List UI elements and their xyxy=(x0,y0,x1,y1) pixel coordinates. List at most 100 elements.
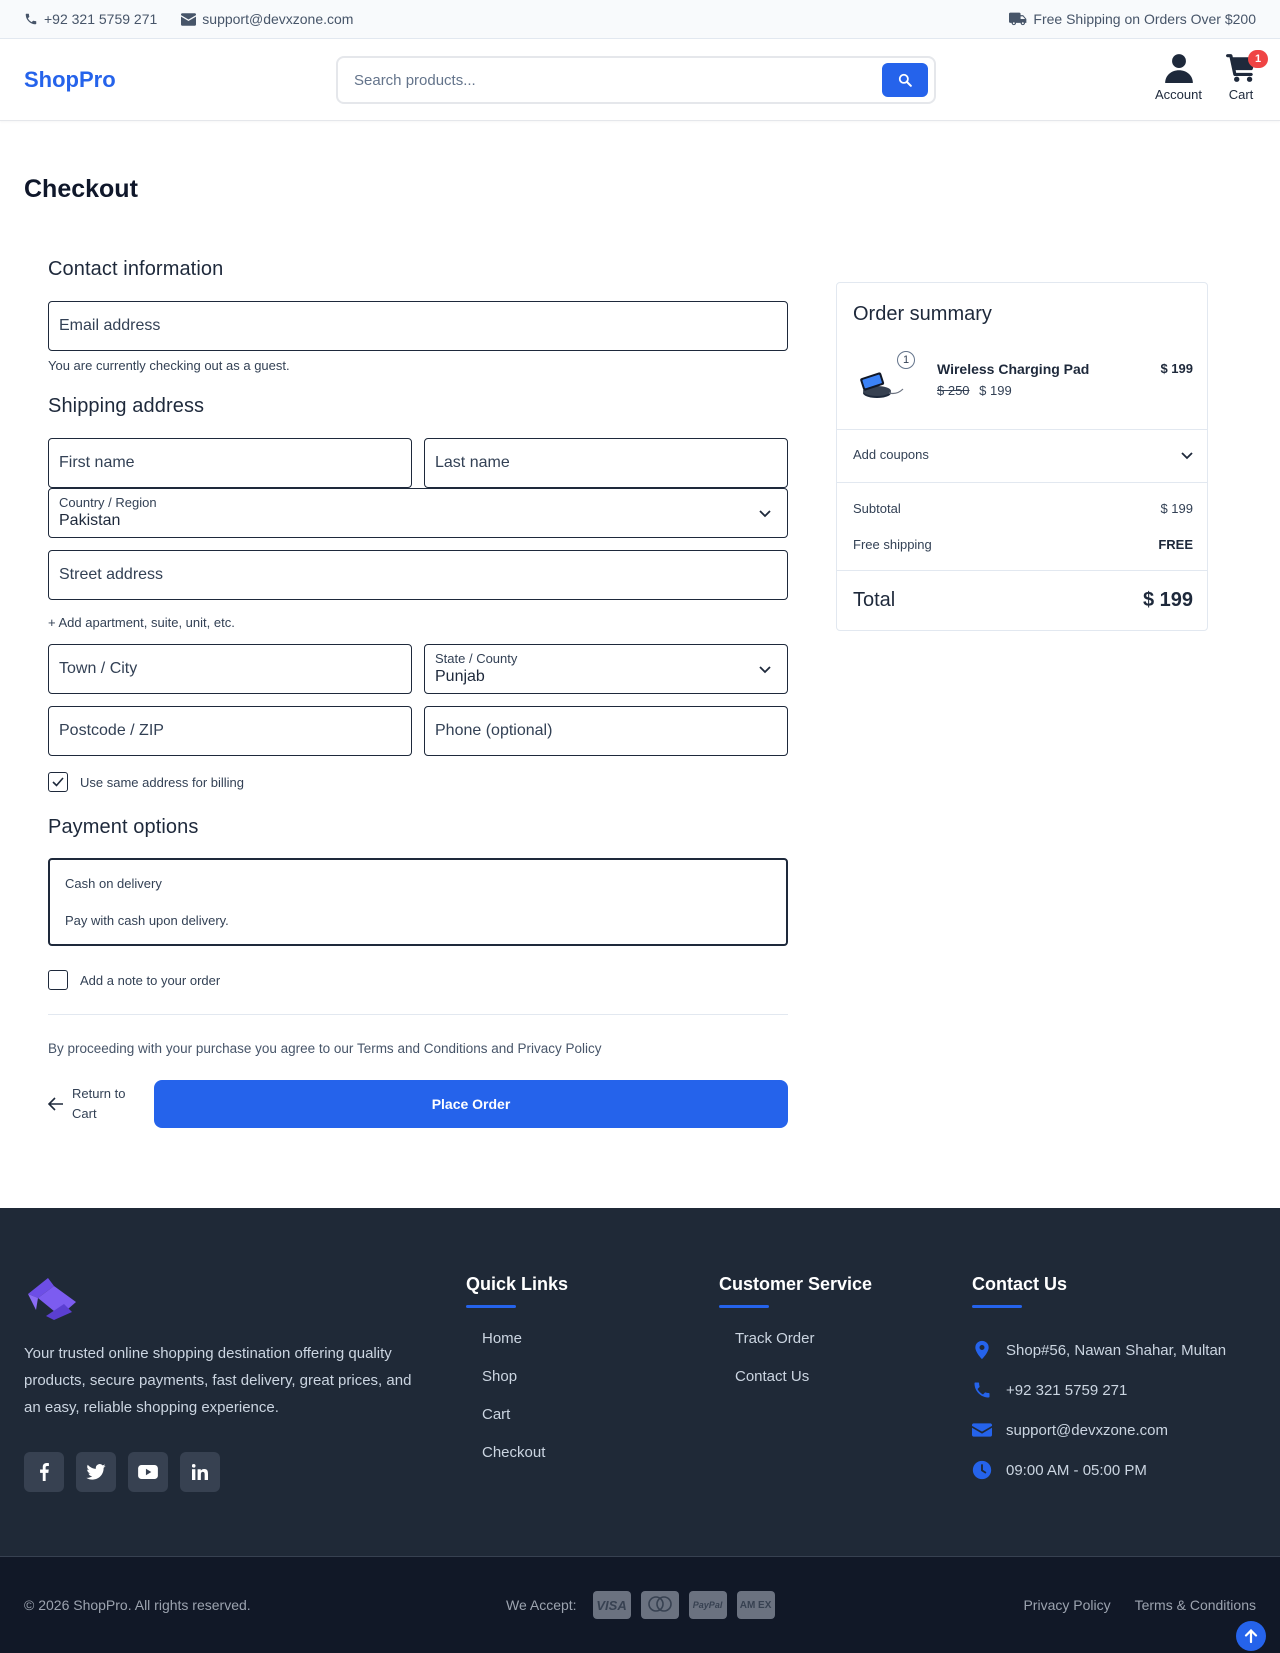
customer-service-column: Customer Service Track Order Contact Us xyxy=(719,1274,872,1406)
payment-option-cod[interactable]: Cash on delivery Pay with cash upon deli… xyxy=(48,858,788,946)
topbar-shipping-note: Free Shipping on Orders Over $200 xyxy=(1009,11,1256,27)
topbar-shipping-text: Free Shipping on Orders Over $200 xyxy=(1033,11,1256,27)
page-title: Checkout xyxy=(24,175,138,203)
footer-link-cart[interactable]: Cart xyxy=(482,1406,568,1444)
account-button[interactable]: Account xyxy=(1155,53,1202,102)
top-bar: +92 321 5759 271 support@devxzone.com Fr… xyxy=(0,0,1280,39)
arrow-up-icon xyxy=(1244,1629,1258,1643)
scroll-to-top-button[interactable] xyxy=(1236,1621,1266,1651)
brand-logo-icon xyxy=(28,1278,76,1320)
linkedin-icon xyxy=(192,1464,208,1480)
city-field[interactable]: Town / City xyxy=(48,644,412,694)
country-value: Pakistan xyxy=(59,512,121,529)
youtube-link[interactable] xyxy=(128,1452,168,1492)
quick-links-column: Quick Links Home Shop Cart Checkout xyxy=(466,1274,568,1482)
topbar-email[interactable]: support@devxzone.com xyxy=(181,11,353,27)
heading-underline xyxy=(972,1305,1022,1308)
payment-methods: We Accept: VISA mastercard PayPal AM EX xyxy=(506,1591,775,1619)
copyright-text: © 2026 ShopPro. All rights reserved. xyxy=(24,1597,251,1613)
topbar-email-text: support@devxzone.com xyxy=(202,11,354,27)
terms-text: By proceeding with your purchase you agr… xyxy=(48,1041,602,1056)
return-line-1: Return to xyxy=(72,1086,126,1101)
footer-link-track-order[interactable]: Track Order xyxy=(735,1330,872,1368)
linkedin-link[interactable] xyxy=(180,1452,220,1492)
phone-field[interactable]: Phone (optional) xyxy=(424,706,788,756)
amex-icon: AM EX xyxy=(736,1591,775,1619)
chevron-down-icon xyxy=(759,666,771,674)
order-summary: Order summary 1 Wireless Charging Pad $ … xyxy=(836,282,1208,631)
shipping-label: Free shipping xyxy=(853,537,932,552)
envelope-icon xyxy=(972,1423,992,1437)
topbar-phone-text: +92 321 5759 271 xyxy=(44,11,158,27)
item-old-price: $ 250 xyxy=(937,383,970,398)
contact-column: Contact Us Shop#56, Nawan Shahar, Multan… xyxy=(972,1274,1226,1490)
youtube-icon xyxy=(138,1465,158,1479)
search-input[interactable] xyxy=(354,71,882,89)
footer-link-checkout[interactable]: Checkout xyxy=(482,1444,568,1482)
total-row: Total $ 199 xyxy=(853,589,1193,612)
arrow-left-icon xyxy=(48,1097,63,1111)
payment-method-description: Pay with cash upon delivery. xyxy=(65,913,229,928)
facebook-link[interactable] xyxy=(24,1452,64,1492)
contact-phone[interactable]: +92 321 5759 271 xyxy=(972,1370,1226,1410)
summary-divider xyxy=(837,570,1207,571)
social-links xyxy=(24,1452,220,1492)
heading-underline xyxy=(466,1305,516,1308)
header-actions: Account Cart 1 xyxy=(1155,50,1268,102)
truck-icon xyxy=(1009,12,1027,26)
topbar-phone[interactable]: +92 321 5759 271 xyxy=(24,11,157,27)
footer-link-contact-us[interactable]: Contact Us xyxy=(735,1368,872,1406)
same-billing-checkbox[interactable] xyxy=(48,772,68,792)
add-coupons-toggle[interactable]: Add coupons xyxy=(853,447,1193,462)
clock-icon xyxy=(972,1460,992,1480)
return-to-cart-link[interactable]: Return to Cart xyxy=(48,1084,154,1124)
first-name-field[interactable]: First name xyxy=(48,438,412,488)
order-note-label: Add a note to your order xyxy=(80,972,221,988)
search-button[interactable] xyxy=(882,63,928,97)
same-billing-label: Use same address for billing xyxy=(80,774,245,790)
map-pin-icon xyxy=(975,1340,989,1360)
cart-count-badge: 1 xyxy=(1248,50,1268,68)
contact-hours-text: 09:00 AM - 05:00 PM xyxy=(1006,1461,1147,1479)
cart-button[interactable]: Cart 1 xyxy=(1226,50,1268,102)
privacy-policy-link[interactable]: Privacy Policy xyxy=(1023,1597,1110,1613)
contact-address-text: Shop#56, Nawan Shahar, Multan xyxy=(1006,1341,1227,1359)
add-coupons-label: Add coupons xyxy=(853,447,929,462)
shipping-row: Free shipping FREE xyxy=(853,537,1193,552)
country-select[interactable]: Country / Region Pakistan xyxy=(48,488,788,538)
site-logo[interactable]: ShopPro xyxy=(24,67,116,93)
visa-icon: VISA xyxy=(592,1591,631,1619)
contact-email[interactable]: support@devxzone.com xyxy=(972,1410,1226,1450)
order-note-checkbox[interactable] xyxy=(48,970,68,990)
item-line-total: $ 199 xyxy=(1160,361,1193,376)
heading-underline xyxy=(719,1305,769,1308)
summary-divider xyxy=(837,482,1207,483)
add-apartment-link[interactable]: + Add apartment, suite, unit, etc. xyxy=(48,615,788,630)
return-line-2: Cart xyxy=(72,1106,97,1121)
mastercard-icon: mastercard xyxy=(640,1591,679,1619)
footer-link-shop[interactable]: Shop xyxy=(482,1368,568,1406)
total-label: Total xyxy=(853,589,896,611)
terms-conditions-link[interactable]: Terms & Conditions xyxy=(1135,1597,1256,1613)
twitter-link[interactable] xyxy=(76,1452,116,1492)
contact-heading: Contact Us xyxy=(972,1274,1068,1294)
footer-link-home[interactable]: Home xyxy=(482,1330,568,1368)
street-address-field[interactable]: Street address xyxy=(48,550,788,600)
facebook-icon xyxy=(40,1463,49,1481)
checkmark-icon xyxy=(52,777,64,787)
guest-note: You are currently checking out as a gues… xyxy=(48,358,290,373)
email-field[interactable]: Email address xyxy=(48,301,788,351)
form-divider xyxy=(48,1014,788,1015)
state-select[interactable]: State / County Punjab xyxy=(424,644,788,694)
country-label: Country / Region xyxy=(59,495,157,510)
quick-links-heading: Quick Links xyxy=(466,1274,569,1294)
payment-method-label: Cash on delivery xyxy=(65,876,162,891)
last-name-field[interactable]: Last name xyxy=(424,438,788,488)
phone-icon xyxy=(25,13,37,25)
search-bar xyxy=(336,56,936,104)
place-order-button[interactable]: Place Order xyxy=(154,1080,788,1128)
envelope-icon xyxy=(181,12,197,26)
summary-line-item: 1 Wireless Charging Pad $ 250 $ 199 $ 19… xyxy=(853,351,1193,413)
postcode-field[interactable]: Postcode / ZIP xyxy=(48,706,412,756)
subtotal-value: $ 199 xyxy=(1160,501,1193,516)
